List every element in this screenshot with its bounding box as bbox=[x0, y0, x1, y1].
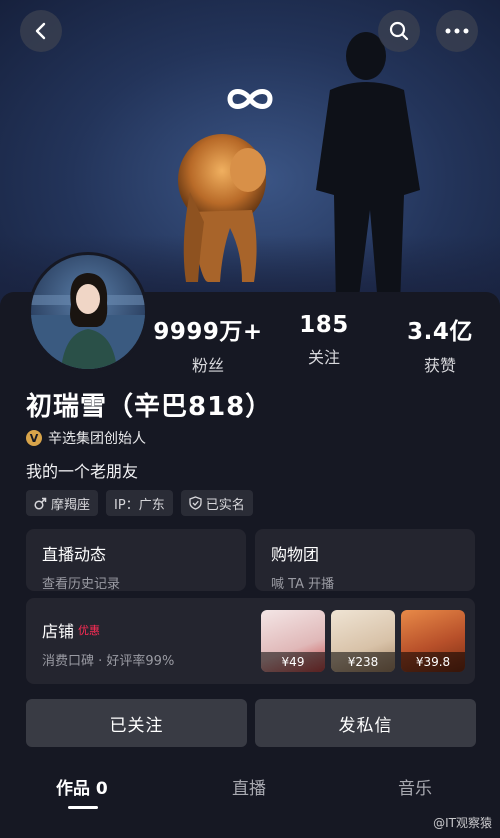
product-thumb[interactable]: ¥49 bbox=[261, 610, 325, 672]
back-icon bbox=[35, 22, 46, 40]
shop-card[interactable]: 店铺 优惠 消费口碑 · 好评率99% ¥49 ¥238 ¥39.8 bbox=[26, 598, 475, 684]
avatar-photo bbox=[31, 273, 145, 369]
card-subtitle: 查看历史记录 bbox=[42, 577, 121, 592]
product-thumbnails: ¥49 ¥238 ¥39.8 bbox=[261, 610, 465, 672]
stat-following[interactable]: 185 关注 bbox=[266, 312, 382, 376]
profile-tags: 摩羯座 IP：广东 已实名 bbox=[26, 490, 253, 516]
product-thumb[interactable]: ¥39.8 bbox=[401, 610, 465, 672]
product-price: ¥39.8 bbox=[401, 652, 465, 672]
avatar[interactable] bbox=[28, 252, 148, 372]
more-button[interactable] bbox=[436, 10, 478, 52]
more-icon bbox=[445, 28, 469, 34]
stat-label: 关注 bbox=[307, 348, 340, 367]
male-icon bbox=[34, 497, 47, 510]
active-tab-indicator bbox=[68, 806, 98, 809]
card-title: 店铺 bbox=[42, 622, 75, 641]
stat-value: 3.4亿 bbox=[407, 319, 473, 345]
tag-text: 已实名 bbox=[205, 497, 245, 513]
tag-zodiac: 摩羯座 bbox=[26, 490, 99, 516]
content-tabs: 作品 0 直播 音乐 bbox=[0, 770, 500, 810]
card-title: 直播动态 bbox=[42, 545, 107, 564]
search-icon bbox=[389, 21, 409, 41]
message-button[interactable]: 发私信 bbox=[255, 699, 476, 747]
product-price: ¥49 bbox=[261, 652, 325, 672]
tab-live[interactable]: 直播 bbox=[232, 774, 266, 799]
stat-label: 获赞 bbox=[423, 356, 456, 375]
tag-text: 摩羯座 bbox=[51, 497, 91, 513]
verified-icon: V bbox=[26, 430, 42, 446]
stat-value: 185 bbox=[299, 312, 349, 338]
promo-badge: 优惠 bbox=[78, 624, 101, 637]
stat-likes[interactable]: 3.4亿 获赞 bbox=[382, 312, 498, 376]
stat-fans[interactable]: 9999万+ 粉丝 bbox=[150, 312, 266, 376]
card-title: 购物团 bbox=[271, 545, 320, 564]
watermark: @IT观察猿 bbox=[433, 814, 492, 831]
tab-music[interactable]: 音乐 bbox=[398, 774, 432, 799]
tag-text: IP：广东 bbox=[114, 497, 165, 513]
verified-title: 辛选集团创始人 bbox=[48, 431, 146, 447]
silhouette-man bbox=[316, 32, 420, 305]
watermark-text: @IT观察猿 bbox=[433, 816, 492, 830]
tab-works[interactable]: 作品 0 bbox=[56, 774, 108, 799]
profile-bio: 我的一个老朋友 bbox=[26, 462, 139, 481]
product-price: ¥238 bbox=[331, 652, 395, 672]
profile-name: 初瑞雪（辛巴818） bbox=[26, 392, 273, 422]
infinity-logo bbox=[227, 89, 273, 109]
product-thumb[interactable]: ¥238 bbox=[331, 610, 395, 672]
tag-verified: 已实名 bbox=[180, 490, 253, 516]
live-history-card[interactable]: 直播动态 查看历史记录 bbox=[26, 529, 246, 592]
profile-stats: 9999万+ 粉丝 185 关注 3.4亿 获赞 bbox=[150, 312, 500, 376]
tag-ip: IP：广东 bbox=[106, 490, 173, 516]
lion-illustration bbox=[178, 134, 266, 282]
card-subtitle: 喊 TA 开播 bbox=[271, 577, 335, 592]
verified-row: V 辛选集团创始人 bbox=[26, 428, 146, 448]
stat-label: 粉丝 bbox=[191, 356, 224, 375]
follow-button[interactable]: 已关注 bbox=[26, 699, 247, 747]
search-button[interactable] bbox=[378, 10, 420, 52]
shield-check-icon bbox=[189, 496, 202, 510]
stat-value: 9999万+ bbox=[153, 319, 263, 345]
shopping-group-card[interactable]: 购物团 喊 TA 开播 bbox=[255, 529, 475, 592]
back-button[interactable] bbox=[20, 10, 62, 52]
